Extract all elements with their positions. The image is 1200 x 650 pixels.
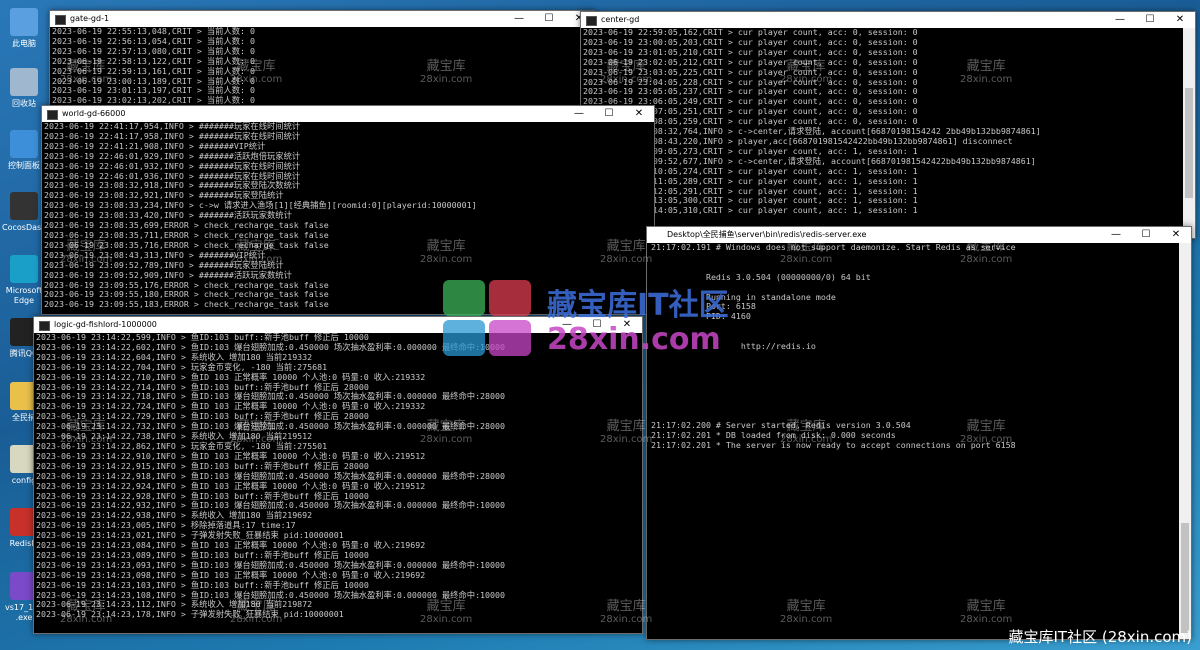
console-output: 2023-06-19 22:55:13,048,CRIT > 当前人数: 0 20…: [50, 27, 594, 106]
vertical-scrollbar[interactable]: [1183, 28, 1195, 238]
window-title: world-gd-66000: [62, 109, 126, 118]
desktop-icon[interactable]: CocosDas...: [2, 192, 49, 233]
console-line: 2023-06-19 23:14:05,310,CRIT > cur playe…: [583, 205, 918, 216]
minimize-button[interactable]: —: [504, 11, 534, 27]
close-button[interactable]: ✕: [1161, 227, 1191, 243]
window-title: center-gd: [601, 15, 640, 24]
computer-icon: [10, 8, 38, 36]
title-bar[interactable]: logic-gd-fishlord-1000000 — ☐ ✕: [34, 317, 642, 333]
maximize-button[interactable]: ☐: [582, 317, 612, 333]
cocos-icon: [10, 192, 38, 220]
desktop-icon[interactable]: Microsoft Edge: [2, 255, 46, 306]
maximize-button[interactable]: ☐: [1131, 227, 1161, 243]
console-window-redis[interactable]: Desktop\全民捕鱼\server\bin\redis\redis-serv…: [646, 226, 1192, 640]
console-app-icon: [586, 16, 597, 26]
console-app-icon: [47, 110, 58, 120]
console-line: 2023-06-19 23:09:55,183,ERROR > check_re…: [44, 299, 329, 310]
console-line: 2023-06-19 23:11:05,289,CRIT > cur playe…: [583, 175, 918, 186]
console-window-center[interactable]: center-gd — ☐ ✕ 2023-06-19 22:59:05,162,CR…: [580, 11, 1196, 239]
console-output: 2023-06-19 22:41:17,954,INFO > #######玩家…: [42, 122, 654, 310]
console-line: PID: 4160: [651, 311, 751, 322]
maximize-button[interactable]: ☐: [534, 11, 564, 27]
close-button[interactable]: ✕: [612, 317, 642, 333]
window-title: gate-gd-1: [70, 14, 110, 23]
desktop-icon-label: Microsoft Edge: [5, 286, 43, 305]
minimize-button[interactable]: —: [564, 106, 594, 122]
console-output: 21:17:02.191 # Windows does not support …: [647, 243, 1191, 451]
desktop-icon[interactable]: 控制面板: [2, 130, 46, 171]
console-window-world[interactable]: world-gd-66000 — ☐ ✕ 2023-06-19 22:41:17,9…: [41, 105, 655, 315]
desktop-icon-label: 控制面板: [8, 161, 40, 170]
edge-icon: [10, 255, 38, 283]
minimize-button[interactable]: —: [1101, 227, 1131, 243]
console-line: 2023-06-19 23:14:23,178,INFO > 子弹发射失败_狂暴…: [36, 609, 344, 620]
title-bar[interactable]: world-gd-66000 — ☐ ✕: [42, 106, 654, 122]
console-app-icon: [39, 321, 50, 331]
console-line: http://redis.io: [651, 341, 816, 352]
bottom-brand: 藏宝库IT社区 (28xin.com): [1008, 628, 1192, 646]
minimize-button[interactable]: —: [1105, 12, 1135, 28]
window-title: logic-gd-fishlord-1000000: [54, 320, 157, 329]
minimize-button[interactable]: —: [552, 317, 582, 333]
console-output: 2023-06-19 22:59:05,162,CRIT > cur playe…: [581, 28, 1195, 216]
title-bar[interactable]: gate-gd-1 — ☐ ✕: [50, 11, 594, 27]
maximize-button[interactable]: ☐: [594, 106, 624, 122]
desktop-icon-label: CocosDas...: [2, 223, 49, 232]
close-button[interactable]: ✕: [1165, 12, 1195, 28]
console-line: 2023-06-19 23:09:52,909,INFO > #######活跃…: [44, 269, 292, 280]
desktop-icon-label: 此电脑: [12, 39, 36, 48]
vertical-scrollbar[interactable]: [1179, 243, 1191, 639]
console-line: Redis 3.0.504 (00000000/0) 64 bit: [651, 271, 871, 282]
desktop-icon[interactable]: 此电脑: [2, 8, 46, 49]
console-line: 2023-06-19 23:14:22,924,INFO > 鱼ID 103 正…: [36, 480, 426, 491]
close-button[interactable]: ✕: [624, 106, 654, 122]
control-panel-icon: [10, 130, 38, 158]
console-output: 2023-06-19 23:14:22,599,INFO > 鱼ID:103 b…: [34, 333, 642, 620]
desktop-icon-label: 回收站: [12, 99, 36, 108]
console-line: 21:17:02.191 # Windows does not support …: [651, 243, 1016, 252]
maximize-button[interactable]: ☐: [1135, 12, 1165, 28]
title-bar[interactable]: Desktop\全民捕鱼\server\bin\redis\redis-serv…: [647, 227, 1191, 243]
console-window-gate[interactable]: gate-gd-1 — ☐ ✕ 2023-06-19 22:55:13,048,CR…: [49, 10, 595, 112]
console-app-icon: [55, 15, 66, 25]
window-title: Desktop\全民捕鱼\server\bin\redis\redis-serv…: [667, 230, 867, 239]
console-window-logic[interactable]: logic-gd-fishlord-1000000 — ☐ ✕ 2023-06-19…: [33, 316, 643, 634]
desktop-icon[interactable]: 回收站: [2, 68, 46, 109]
console-line: 21:17:02.201 * The server is now ready t…: [651, 440, 1016, 451]
recycle-bin-icon: [10, 68, 38, 96]
title-bar[interactable]: center-gd — ☐ ✕: [581, 12, 1195, 28]
